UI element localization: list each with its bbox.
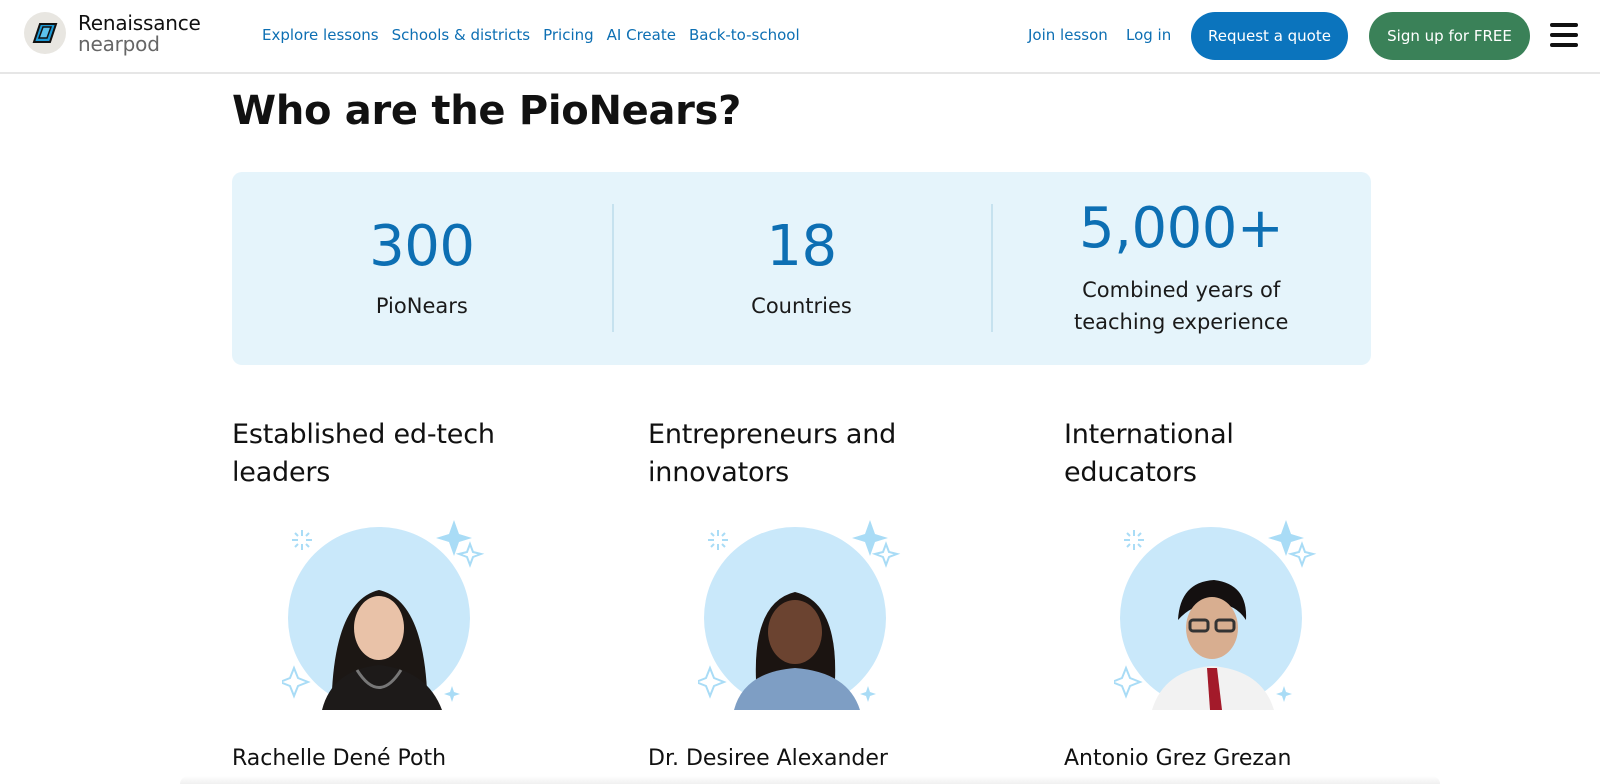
- category-heading: Entrepreneurs and innovators: [648, 419, 897, 488]
- stat-value: 5,000+: [1079, 196, 1284, 261]
- stat-label: Combined years of teaching experience: [991, 274, 1371, 338]
- signup-button[interactable]: Sign up for FREE: [1369, 12, 1530, 60]
- logo-text-top: Renaissance: [78, 10, 201, 35]
- person-name: Antonio Grez Grezan: [1064, 746, 1292, 771]
- nearpod-logo-icon: [24, 12, 66, 54]
- main-nav: Explore lessons Schools & districts Pric…: [262, 26, 800, 44]
- request-quote-button[interactable]: Request a quote: [1191, 12, 1348, 60]
- avatar: [282, 520, 492, 710]
- nav-schools-districts[interactable]: Schools & districts: [392, 26, 531, 44]
- stat-label: PioNears: [375, 294, 468, 318]
- person-name: Rachelle Dené Poth: [232, 746, 447, 771]
- stat-value: 18: [766, 214, 837, 279]
- login-link[interactable]: Log in: [1126, 26, 1171, 44]
- logo[interactable]: Renaissance nearpod: [24, 12, 201, 54]
- person-name: Dr. Desiree Alexander: [648, 746, 888, 771]
- category-entrepreneurs: Entrepreneurs and innovators Dr. Desiree…: [648, 416, 948, 771]
- hamburger-menu-icon[interactable]: [1550, 23, 1578, 47]
- nav-back-to-school[interactable]: Back-to-school: [689, 26, 800, 44]
- logo-text-bottom: nearpod: [78, 31, 160, 56]
- stat-label: Countries: [751, 294, 852, 318]
- avatar: [1114, 520, 1324, 710]
- stat-value: 300: [369, 214, 475, 279]
- stat-label-line: Combined years of: [1082, 278, 1281, 302]
- stat-experience: 5,000+ Combined years of teaching experi…: [991, 172, 1371, 365]
- nav-ai-create[interactable]: AI Create: [607, 26, 676, 44]
- page-title: Who are the PioNears?: [232, 88, 741, 134]
- scroll-shadow: [180, 776, 1440, 784]
- avatar: [698, 520, 908, 710]
- site-header: Renaissance nearpod Explore lessons Scho…: [0, 0, 1600, 74]
- stat-pionears: 300 PioNears: [232, 172, 612, 365]
- category-heading: Established ed-tech leaders: [232, 419, 495, 488]
- category-international-educators: International educators Antonio Grez Gre: [1064, 416, 1364, 771]
- stats-panel: 300 PioNears 18 Countries 5,000+ Combine…: [232, 172, 1371, 365]
- nav-explore-lessons[interactable]: Explore lessons: [262, 26, 379, 44]
- category-edtech-leaders: Established ed-tech leaders Rachelle Den…: [232, 416, 532, 771]
- stat-label-line: teaching experience: [1073, 310, 1289, 334]
- stat-countries: 18 Countries: [611, 172, 992, 365]
- nav-pricing[interactable]: Pricing: [543, 26, 594, 44]
- category-heading: International educators: [1064, 419, 1234, 488]
- join-lesson-link[interactable]: Join lesson: [1028, 26, 1108, 44]
